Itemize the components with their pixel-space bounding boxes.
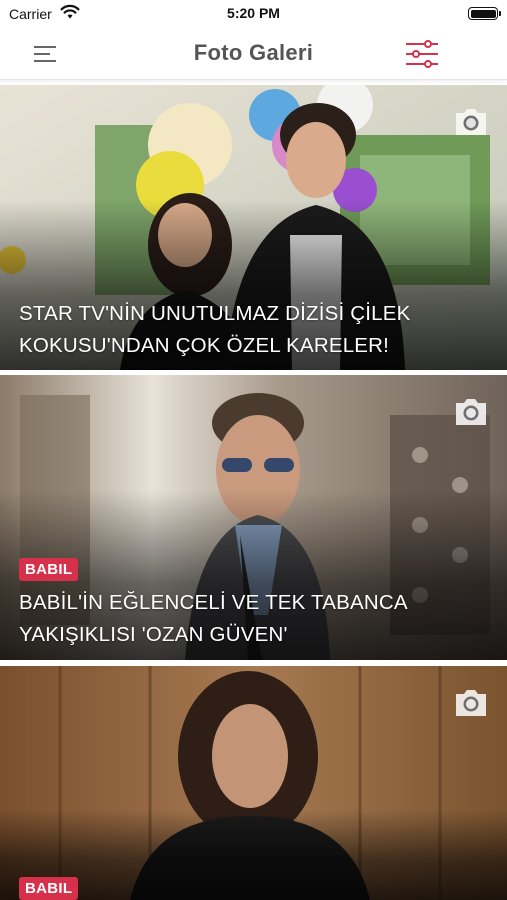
camera-icon	[456, 399, 486, 425]
headline-line: STAR TV'NİN UNUTULMAZ DİZİSİ ÇİLEK	[19, 302, 411, 325]
gallery-card[interactable]: STAR TV'NİN UNUTULMAZ DİZİSİ ÇİLEK KOKUS…	[0, 85, 507, 370]
card-headline: BABİL'İN EĞLENCELİ VE TEK TABANCA YAKIŞI…	[19, 587, 467, 651]
status-bar: Carrier 5:20 PM	[0, 0, 507, 30]
camera-icon	[456, 109, 486, 135]
card-headline: STAR TV'NİN UNUTULMAZ DİZİSİ ÇİLEK KOKUS…	[19, 298, 467, 362]
headline-line: KOKUSU'NDAN ÇOK ÖZEL KARELER!	[19, 334, 390, 357]
camera-icon	[456, 690, 486, 716]
status-time: 5:20 PM	[227, 5, 280, 21]
gallery-card[interactable]: BABIL BABİL'İN EĞLENCELİ VE TEK TABANCA …	[0, 375, 507, 660]
headline-line: BABİL'İN EĞLENCELİ VE TEK TABANCA	[19, 591, 408, 614]
headline-line: YAKIŞIKLISI 'OZAN GÜVEN'	[19, 623, 288, 646]
battery-icon	[468, 7, 501, 20]
category-badge[interactable]: BABIL	[19, 558, 79, 581]
category-badge[interactable]: BABIL	[19, 877, 79, 900]
gallery-card[interactable]: BABIL	[0, 666, 507, 900]
nav-bar: Foto Galeri	[0, 30, 507, 80]
sliders-filter-icon[interactable]	[403, 38, 441, 70]
